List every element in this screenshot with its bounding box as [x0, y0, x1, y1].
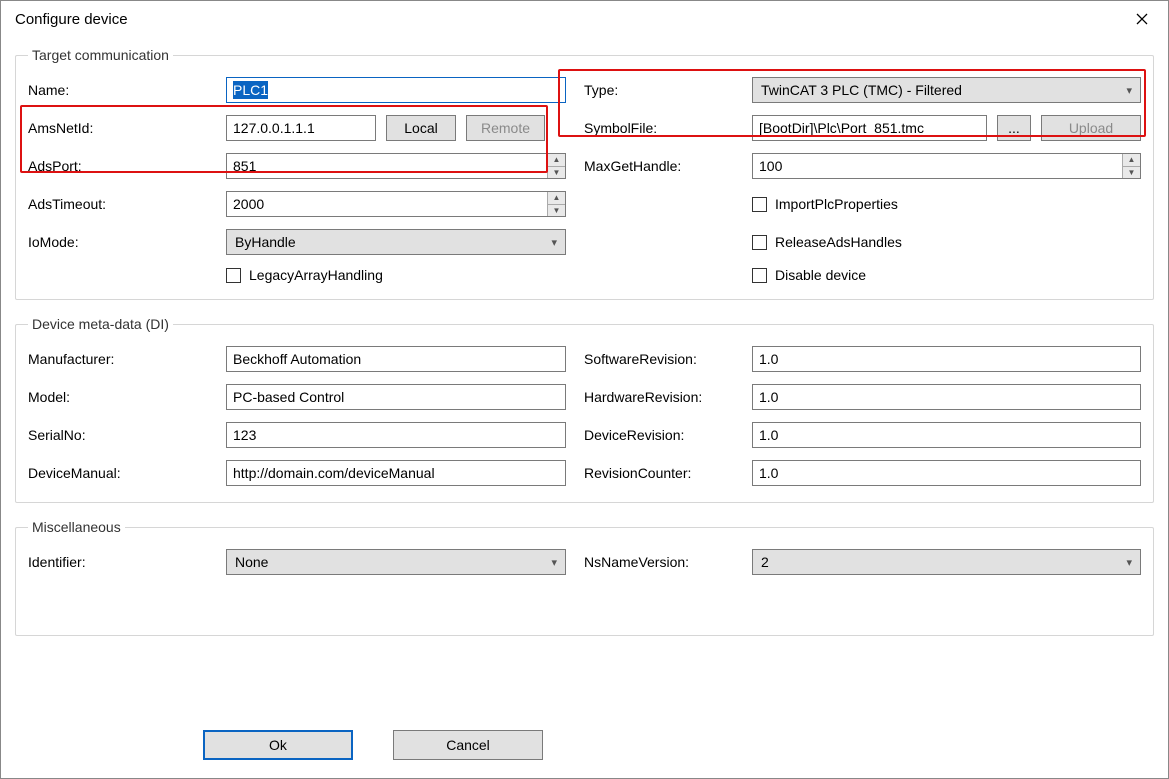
- checkbox-box: [752, 197, 767, 212]
- chevron-down-icon: ▾: [551, 236, 557, 249]
- configure-device-window: Configure device Target communication Na…: [0, 0, 1169, 779]
- iomode-combo[interactable]: ByHandle ▾: [226, 229, 566, 255]
- misc-grid: Identifier: None ▾ NsNameVersion: 2 ▾: [28, 549, 1141, 575]
- upload-button: Upload: [1041, 115, 1141, 141]
- chevron-down-icon: ▾: [1126, 84, 1132, 97]
- adsport-label: AdsPort:: [28, 158, 208, 174]
- cancel-button[interactable]: Cancel: [393, 730, 543, 760]
- target-communication-group: Target communication Name: PLC1 Type: Tw…: [15, 47, 1154, 300]
- iomode-value: ByHandle: [235, 234, 296, 250]
- manufacturer-input[interactable]: [226, 346, 566, 372]
- model-input[interactable]: [226, 384, 566, 410]
- device-metadata-legend: Device meta-data (DI): [28, 316, 173, 332]
- footer-buttons: Ok Cancel: [203, 730, 543, 760]
- identifier-value: None: [235, 554, 268, 570]
- softwarerevision-input[interactable]: [752, 346, 1141, 372]
- identifier-combo[interactable]: None ▾: [226, 549, 566, 575]
- name-value: PLC1: [233, 81, 268, 99]
- iomode-label: IoMode:: [28, 234, 208, 250]
- name-input[interactable]: PLC1: [226, 77, 566, 103]
- adsport-spin[interactable]: 851 ▲▼: [226, 153, 566, 179]
- symbolfile-label: SymbolFile:: [584, 120, 734, 136]
- chevron-down-icon: ▾: [551, 556, 557, 569]
- miscellaneous-legend: Miscellaneous: [28, 519, 125, 535]
- checkbox-box: [752, 235, 767, 250]
- legacyarray-checkbox[interactable]: LegacyArrayHandling: [226, 267, 566, 283]
- name-label: Name:: [28, 82, 208, 98]
- disabledevice-checkbox[interactable]: Disable device: [752, 267, 1141, 283]
- window-title: Configure device: [15, 11, 128, 28]
- nsnameversion-combo[interactable]: 2 ▾: [752, 549, 1141, 575]
- revisioncounter-label: RevisionCounter:: [584, 465, 734, 481]
- symbolfile-input[interactable]: [752, 115, 987, 141]
- legacyarray-label: LegacyArrayHandling: [249, 267, 383, 283]
- close-button[interactable]: [1120, 4, 1164, 34]
- adstimeout-spinner-arrows[interactable]: ▲▼: [547, 192, 565, 216]
- amsnetid-label: AmsNetId:: [28, 120, 208, 136]
- chevron-down-icon: ▾: [1126, 556, 1132, 569]
- close-icon: [1136, 13, 1148, 25]
- ok-button[interactable]: Ok: [203, 730, 353, 760]
- hardwarerevision-input[interactable]: [752, 384, 1141, 410]
- manufacturer-label: Manufacturer:: [28, 351, 208, 367]
- adstimeout-spin[interactable]: 2000 ▲▼: [226, 191, 566, 217]
- titlebar: Configure device: [1, 1, 1168, 37]
- devicemanual-label: DeviceManual:: [28, 465, 208, 481]
- revisioncounter-input[interactable]: [752, 460, 1141, 486]
- miscellaneous-group: Miscellaneous Identifier: None ▾ NsNameV…: [15, 519, 1154, 636]
- importplc-label: ImportPlcProperties: [775, 196, 898, 212]
- meta-grid: Manufacturer: SoftwareRevision: Model: H…: [28, 346, 1141, 486]
- adsport-spinner-arrows[interactable]: ▲▼: [547, 154, 565, 178]
- symbolfile-row: ... Upload: [752, 115, 1141, 141]
- target-grid: Name: PLC1 Type: TwinCAT 3 PLC (TMC) - F…: [28, 77, 1141, 283]
- local-button[interactable]: Local: [386, 115, 456, 141]
- maxgethandle-spinner-arrows[interactable]: ▲▼: [1122, 154, 1140, 178]
- maxgethandle-label: MaxGetHandle:: [584, 158, 734, 174]
- softwarerevision-label: SoftwareRevision:: [584, 351, 734, 367]
- content-area: Target communication Name: PLC1 Type: Tw…: [1, 37, 1168, 778]
- serialno-input[interactable]: [226, 422, 566, 448]
- remote-button: Remote: [466, 115, 545, 141]
- importplc-checkbox[interactable]: ImportPlcProperties: [752, 196, 1141, 212]
- target-communication-legend: Target communication: [28, 47, 173, 63]
- type-value: TwinCAT 3 PLC (TMC) - Filtered: [761, 82, 962, 98]
- devicemanual-input[interactable]: [226, 460, 566, 486]
- browse-button[interactable]: ...: [997, 115, 1031, 141]
- type-combo[interactable]: TwinCAT 3 PLC (TMC) - Filtered ▾: [752, 77, 1141, 103]
- serialno-label: SerialNo:: [28, 427, 208, 443]
- disabledevice-label: Disable device: [775, 267, 866, 283]
- device-metadata-group: Device meta-data (DI) Manufacturer: Soft…: [15, 316, 1154, 503]
- checkbox-box: [226, 268, 241, 283]
- releaseads-checkbox[interactable]: ReleaseAdsHandles: [752, 234, 1141, 250]
- hardwarerevision-label: HardwareRevision:: [584, 389, 734, 405]
- nsnameversion-label: NsNameVersion:: [584, 554, 734, 570]
- type-label: Type:: [584, 82, 734, 98]
- checkbox-box: [752, 268, 767, 283]
- identifier-label: Identifier:: [28, 554, 208, 570]
- devicerevision-label: DeviceRevision:: [584, 427, 734, 443]
- maxgethandle-spin[interactable]: 100 ▲▼: [752, 153, 1141, 179]
- adstimeout-label: AdsTimeout:: [28, 196, 208, 212]
- adsport-value: 851: [227, 154, 547, 178]
- amsnetid-row: Local Remote: [226, 115, 566, 141]
- model-label: Model:: [28, 389, 208, 405]
- amsnetid-input[interactable]: [226, 115, 376, 141]
- releaseads-label: ReleaseAdsHandles: [775, 234, 902, 250]
- adstimeout-value: 2000: [227, 192, 547, 216]
- nsnameversion-value: 2: [761, 554, 769, 570]
- maxgethandle-value: 100: [753, 154, 1122, 178]
- devicerevision-input[interactable]: [752, 422, 1141, 448]
